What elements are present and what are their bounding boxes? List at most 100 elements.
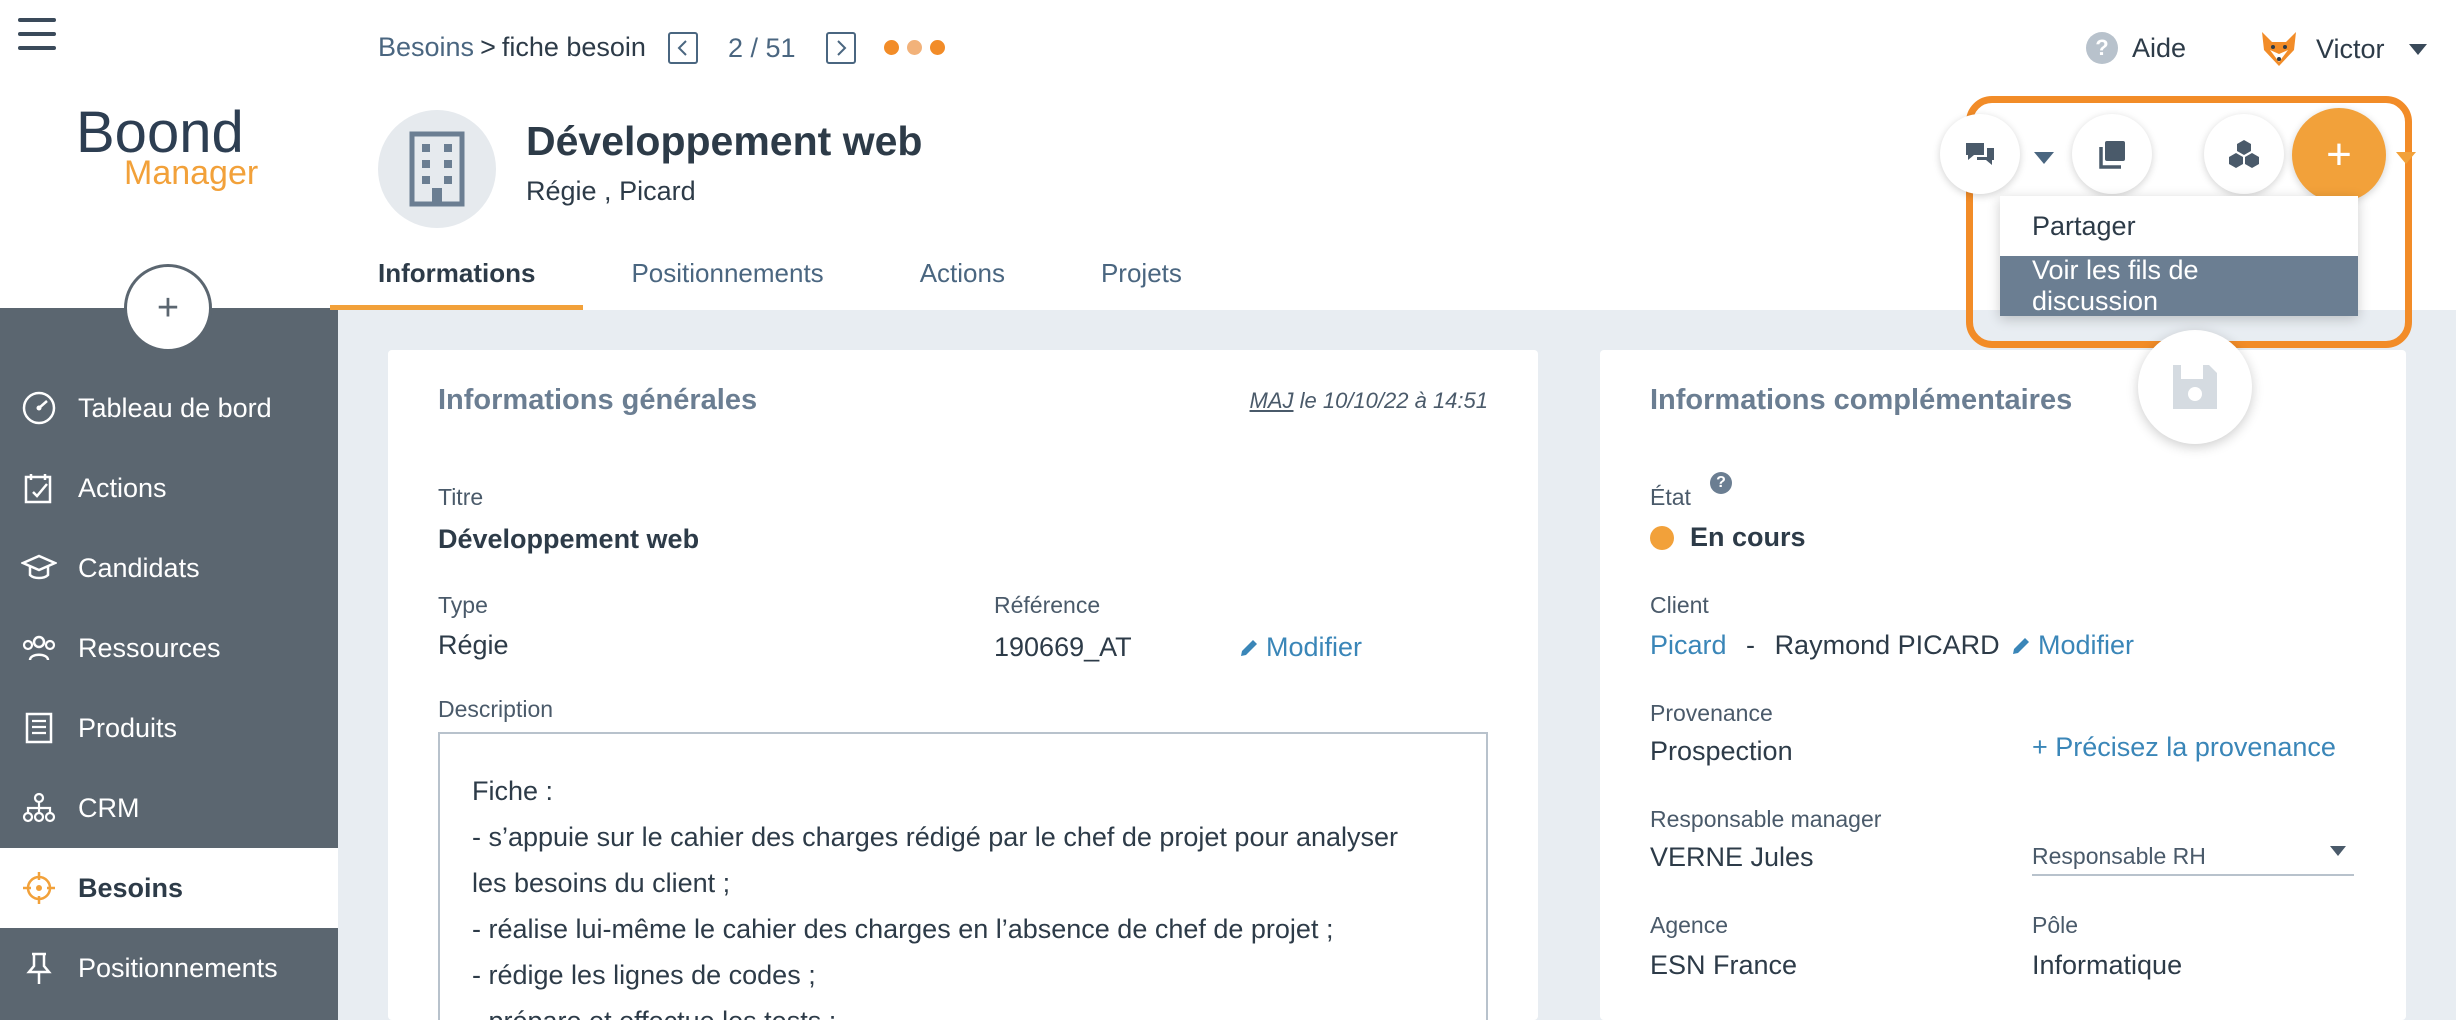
pager-position: 2 / 51 [728,32,796,63]
tab-informations[interactable]: Informations [330,248,584,310]
pole-value[interactable]: Informatique [2032,950,2182,981]
description-line: - prépare et effectue les tests ; [472,998,1454,1020]
subtitle-separator: , [596,176,620,206]
sidebar-item-ressources[interactable]: Ressources [0,608,338,688]
breadcrumb-besoins-link[interactable]: Besoins [378,32,474,63]
products-icon [0,710,78,746]
sidebar-item-besoins[interactable]: Besoins [0,848,338,928]
updated-abbr: MAJ [1249,388,1294,413]
caret-down-icon [2034,152,2054,164]
apps-button[interactable] [2204,114,2284,194]
cubes-icon [2229,140,2259,168]
status-dot [907,40,922,55]
description-line: - s’appuie sur le cahier des charges réd… [472,822,1399,852]
sidebar-item-label: Produits [78,712,178,743]
sidebar-item-actions[interactable]: Actions [0,448,338,528]
client-contact[interactable]: Raymond PICARD [1775,630,2000,660]
type-label: Type [438,592,488,618]
next-record-button[interactable] [825,32,856,64]
duplicate-button[interactable] [2072,114,2152,194]
sidebar-item-crm[interactable]: CRM [0,768,338,848]
actions-icon [0,470,78,506]
chevron-down-icon [2408,43,2427,55]
create-button[interactable]: + [2292,108,2386,202]
agency-label: Agence [1650,912,1729,938]
tab-positionnements[interactable]: Positionnements [583,248,871,310]
status-dot [930,40,945,55]
quick-add-button[interactable]: + [124,264,212,352]
floppy-disk-icon [2173,365,2217,409]
menu-item-voir-fils-discussion[interactable]: Voir les fils de discussion [2000,255,2358,316]
candidates-icon [0,550,78,586]
client-company-link[interactable]: Picard [1650,630,1727,660]
copy-icon [2099,141,2125,169]
modify-client-button[interactable]: Modifier [2010,630,2134,661]
hamburger-menu-icon[interactable] [18,18,56,52]
pencil-icon [1241,639,1257,656]
state-value[interactable]: En cours [1690,522,1806,553]
manager-value[interactable]: VERNE Jules [1650,842,1814,873]
sidebar-item-label: CRM [78,792,140,823]
tab-projets[interactable]: Projets [1053,248,1230,310]
sidebar-item-tableau-de-bord[interactable]: Tableau de bord [0,368,338,448]
company-avatar [378,110,496,228]
previous-record-button[interactable] [668,32,698,64]
client-value: Picard - Raymond PICARD [1650,630,2000,661]
modify-label: Modifier [2038,630,2135,660]
discussion-dropdown-toggle[interactable] [2032,146,2056,170]
menu-item-partager[interactable]: Partager [2000,196,2358,256]
question-mark-icon[interactable]: ? [1710,472,1732,494]
discussion-button[interactable] [1940,114,2020,194]
target-icon [0,870,78,906]
caret-down-icon [2396,152,2416,164]
state-label: État [1650,484,1691,510]
subtitle-type: Régie [526,176,597,206]
pole-label: Pôle [2032,912,2079,938]
sidebar-item-positionnements[interactable]: Positionnements [0,928,338,1008]
sidebar-item-label: Ressources [78,632,221,663]
sidebar-item-label: Besoins [78,872,184,903]
card-title: Informations complémentaires [1650,384,2073,416]
reference-value: 190669_AT [994,632,1132,662]
general-info-card: Informations générales MAJ le 10/10/22 à… [388,350,1538,1020]
subtitle-company-link[interactable]: Picard [619,176,696,206]
discussion-dropdown-menu: Partager Voir les fils de discussion [2000,196,2358,316]
last-updated: MAJ le 10/10/22 à 14:51 [1250,388,1489,414]
description-textarea[interactable]: Fiche : - s’appuie sur le cahier des cha… [438,732,1488,1020]
app-logo[interactable]: Boond Manager [76,104,266,194]
updated-date: le 10/10/22 à 14:51 [1293,388,1488,413]
user-menu[interactable]: Victor [2256,26,2427,72]
breadcrumb-current: fiche besoin [501,32,646,62]
pencil-icon [2013,637,2029,654]
card-title: Informations générales [438,384,758,416]
main-area: Besoins > fiche besoin 2 / 51 ? Aide Vic… [330,0,2456,1020]
save-button[interactable] [2138,330,2252,444]
description-line: Fiche : [472,776,554,806]
agency-value[interactable]: ESN France [1650,950,1797,981]
description-line: - rédige les lignes de codes ; [472,960,816,990]
help-label: Aide [2132,32,2187,63]
chevron-right-icon [836,40,846,56]
type-value: Régie [438,630,509,660]
sidebar: Boond Manager + Tableau de bord Actions … [0,0,338,1020]
sidebar-item-produits[interactable]: Produits [0,688,338,768]
tab-bar: Informations Positionnements Actions Pro… [330,248,1230,310]
sidebar-item-label: Tableau de bord [78,392,272,423]
logo-subtext: Manager [124,154,259,192]
modify-reference-button[interactable]: Modifier [1238,632,1362,663]
description-line: les besoins du client ; [472,868,731,898]
breadcrumb-separator: > [480,32,496,62]
tab-actions[interactable]: Actions [872,248,1053,310]
rh-manager-select[interactable]: Responsable RH [2032,834,2354,876]
dashboard-icon [0,390,78,426]
sidebar-item-label: Candidats [78,552,200,583]
help-link[interactable]: ? Aide [2086,32,2186,64]
status-dots[interactable] [884,40,945,55]
state-status-dot [1650,526,1674,550]
help-icon: ? [2086,32,2118,64]
specify-origin-button[interactable]: + Précisez la provenance [2032,732,2336,763]
create-dropdown-toggle[interactable] [2394,146,2418,170]
titre-value: Développement web [438,524,700,554]
sidebar-item-candidats[interactable]: Candidats [0,528,338,608]
resources-icon [0,630,78,666]
